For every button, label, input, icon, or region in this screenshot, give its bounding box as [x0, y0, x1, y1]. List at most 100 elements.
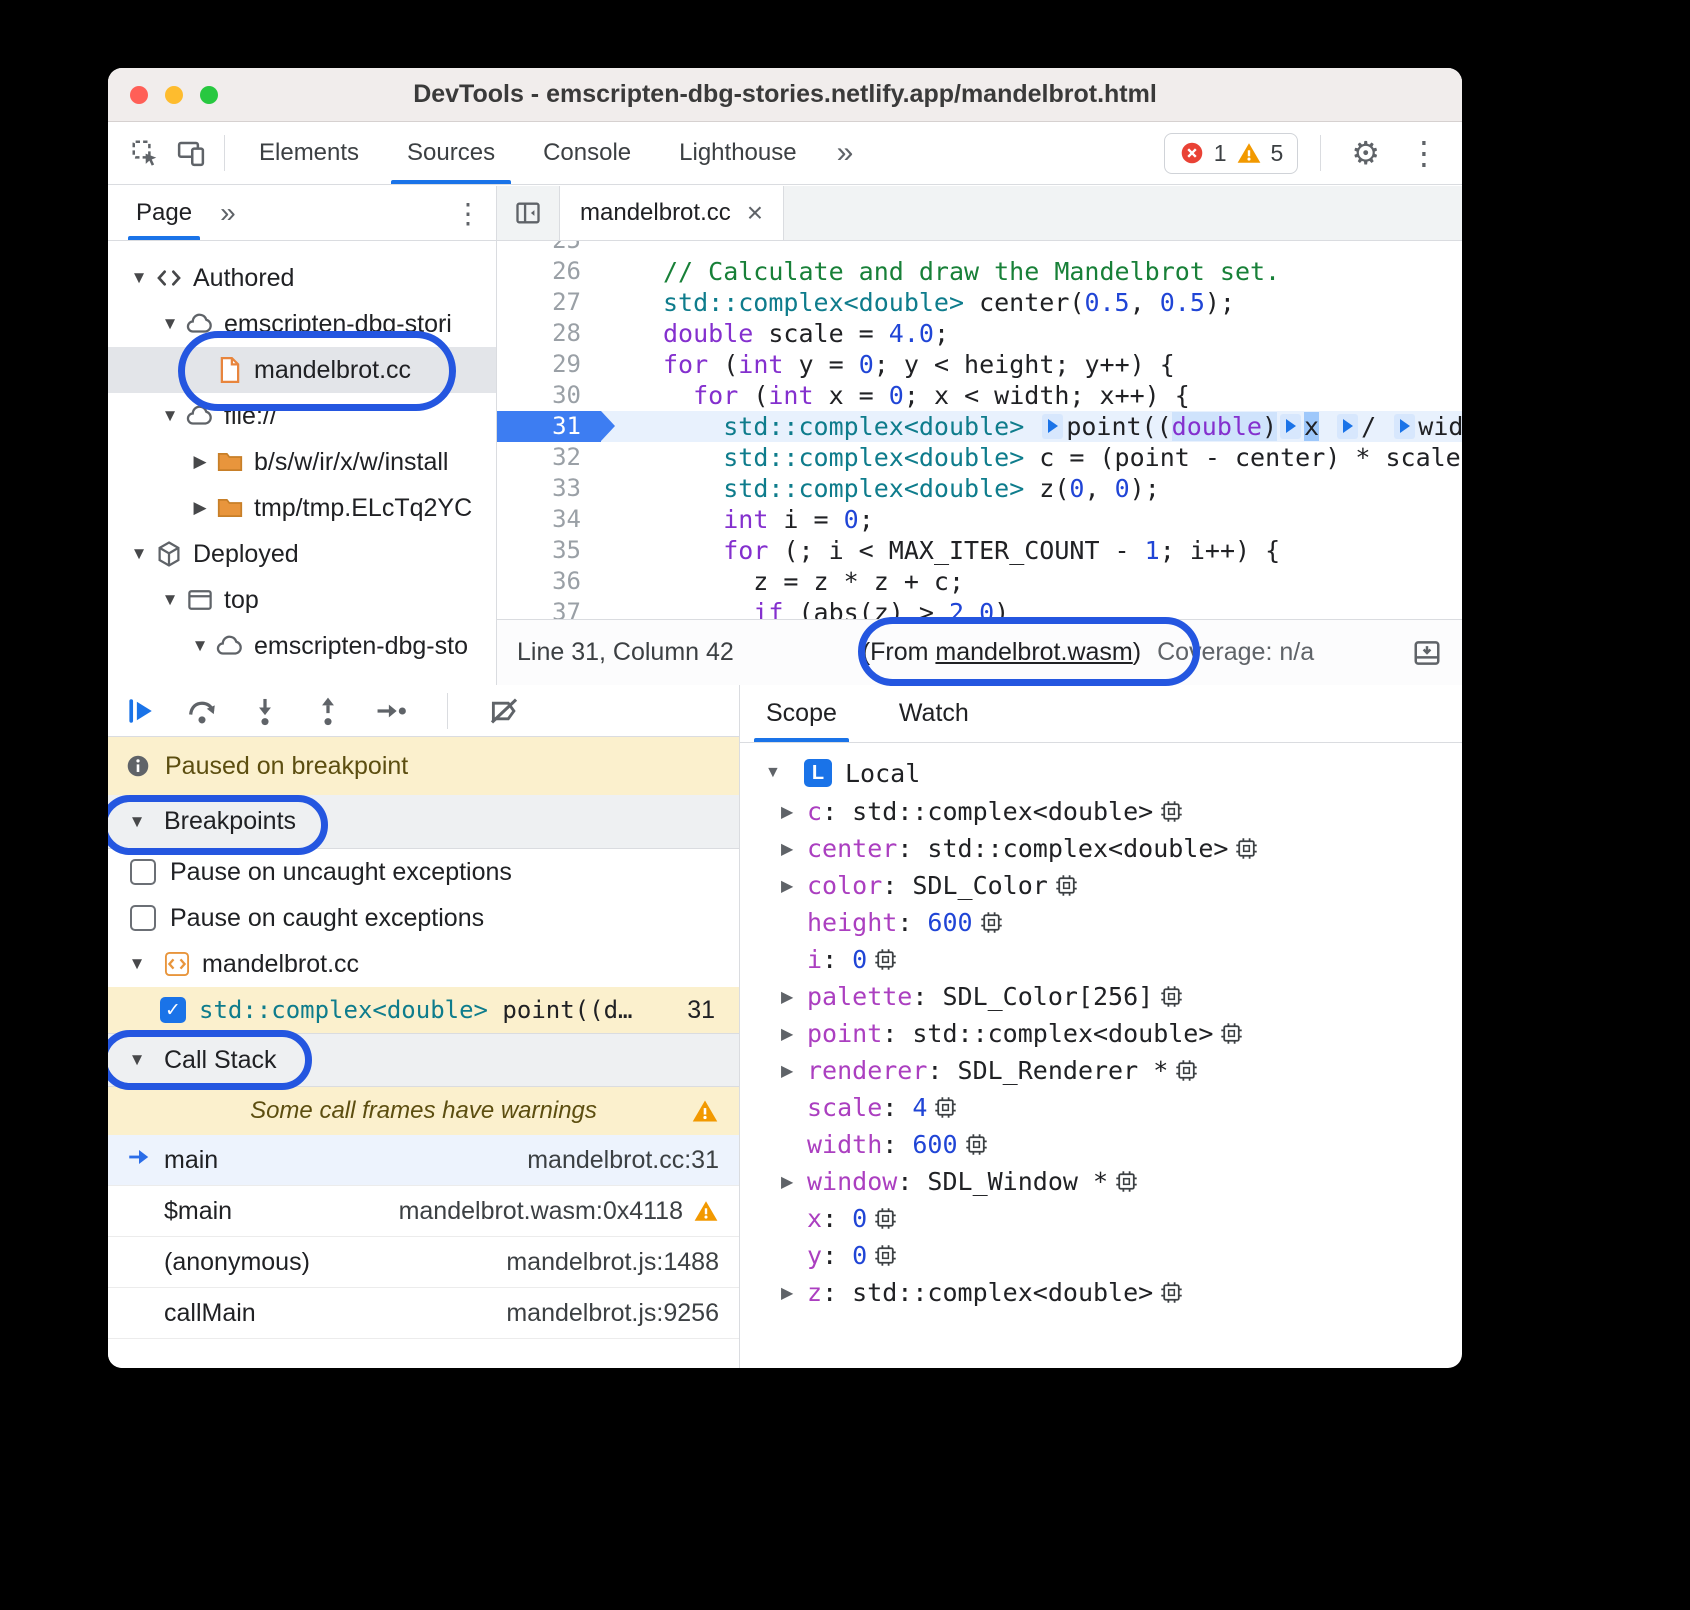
chevron-down-icon[interactable]: ▼ — [124, 268, 154, 288]
line-number[interactable]: 36 — [497, 566, 601, 597]
scope-variable-z[interactable]: ▶z: std::complex<double> — [740, 1274, 1462, 1311]
scope-local-row[interactable]: ▼ L Local — [740, 753, 1462, 793]
chevron-right-icon[interactable]: ▶ — [781, 1024, 807, 1044]
scope-variable-point[interactable]: ▶point: std::complex<double> — [740, 1015, 1462, 1052]
scope-variable-width[interactable]: width: 600 — [740, 1126, 1462, 1163]
memory-inspector-icon[interactable] — [979, 910, 1004, 935]
scope-variable-y[interactable]: y: 0 — [740, 1237, 1462, 1274]
chevron-right-icon[interactable]: ▶ — [185, 452, 215, 472]
chevron-right-icon[interactable]: ▶ — [781, 876, 807, 896]
tab-console[interactable]: Console — [519, 122, 655, 184]
memory-inspector-icon[interactable] — [933, 1095, 958, 1120]
tree-item-b-s-w-ir-x-w-install[interactable]: ▶b/s/w/ir/x/w/install — [108, 439, 496, 485]
line-number[interactable]: 29 — [497, 349, 601, 380]
tree-item-emscripten-dbg-stori[interactable]: ▼emscripten-dbg-stori — [108, 301, 496, 347]
tree-item-tmp-tmp.elctq2yc[interactable]: ▶tmp/tmp.ELcTq2YC — [108, 485, 496, 531]
tab-watch[interactable]: Watch — [887, 685, 981, 742]
chevron-right-icon[interactable]: ▶ — [185, 498, 215, 518]
chevron-down-icon[interactable]: ▼ — [122, 954, 152, 974]
inline-eval-widget-icon[interactable] — [1042, 414, 1063, 439]
callstack-section-header[interactable]: ▼ Call Stack — [108, 1033, 739, 1087]
scope-variable-renderer[interactable]: ▶renderer: SDL_Renderer * — [740, 1052, 1462, 1089]
memory-inspector-icon[interactable] — [1159, 1280, 1184, 1305]
callstack-frame-callmain[interactable]: callMainmandelbrot.js:9256 — [108, 1288, 739, 1339]
chevron-down-icon[interactable]: ▼ — [122, 1050, 152, 1070]
chevron-down-icon[interactable]: ▼ — [155, 590, 185, 610]
chevron-right-icon[interactable]: ▶ — [781, 1172, 807, 1192]
memory-inspector-icon[interactable] — [1174, 1058, 1199, 1083]
line-number[interactable]: 37 — [497, 597, 601, 619]
tree-item-deployed[interactable]: ▼Deployed — [108, 531, 496, 577]
scope-variable-scale[interactable]: scale: 4 — [740, 1089, 1462, 1126]
callstack-frame-$main[interactable]: $mainmandelbrot.wasm:0x4118 — [108, 1186, 739, 1237]
breakpoint-entry[interactable]: ✓ std::complex<double> point((d… 31 — [108, 987, 739, 1033]
pause-uncaught-checkbox[interactable] — [130, 859, 156, 885]
memory-inspector-icon[interactable] — [1054, 873, 1079, 898]
scope-variable-palette[interactable]: ▶palette: SDL_Color[256] — [740, 978, 1462, 1015]
line-number[interactable]: 27 — [497, 287, 601, 318]
chevron-down-icon[interactable]: ▼ — [122, 812, 152, 832]
line-number[interactable]: 28 — [497, 318, 601, 349]
scope-variable-center[interactable]: ▶center: std::complex<double> — [740, 830, 1462, 867]
chevron-down-icon[interactable]: ▼ — [765, 764, 791, 782]
callstack-frame-main[interactable]: mainmandelbrot.cc:31 — [108, 1135, 739, 1186]
tab-sources[interactable]: Sources — [383, 122, 519, 184]
device-toolbar-button[interactable] — [168, 130, 214, 176]
tree-item-mandelbrot.cc[interactable]: mandelbrot.cc — [108, 347, 496, 393]
scope-variable-i[interactable]: i: 0 — [740, 941, 1462, 978]
line-number[interactable]: 26 — [497, 256, 601, 287]
wasm-link[interactable]: mandelbrot.wasm — [935, 638, 1132, 666]
tab-page[interactable]: Page — [128, 186, 200, 240]
more-panels-button[interactable]: » — [821, 122, 870, 184]
memory-inspector-icon[interactable] — [873, 947, 898, 972]
line-number[interactable]: 35 — [497, 535, 601, 566]
line-number[interactable]: 32 — [497, 442, 601, 473]
memory-inspector-icon[interactable] — [1114, 1169, 1139, 1194]
inline-eval-widget-icon[interactable] — [1337, 414, 1358, 439]
step-out-button[interactable] — [311, 694, 345, 728]
scope-variable-height[interactable]: height: 600 — [740, 904, 1462, 941]
tree-item-top[interactable]: ▼top — [108, 577, 496, 623]
close-icon[interactable]: × — [747, 197, 763, 229]
deactivate-breakpoints-button[interactable] — [487, 694, 521, 728]
drawer-icon[interactable] — [1412, 638, 1442, 668]
chevron-down-icon[interactable]: ▼ — [124, 544, 154, 564]
memory-inspector-icon[interactable] — [964, 1132, 989, 1157]
tab-elements[interactable]: Elements — [235, 122, 383, 184]
line-number[interactable]: 30 — [497, 380, 601, 411]
tab-lighthouse[interactable]: Lighthouse — [655, 122, 820, 184]
scope-variable-window[interactable]: ▶window: SDL_Window * — [740, 1163, 1462, 1200]
breakpoint-checkbox[interactable]: ✓ — [160, 997, 186, 1023]
breakpoint-file-group[interactable]: ▼ mandelbrot.cc — [108, 941, 739, 987]
line-number[interactable]: 33 — [497, 473, 601, 504]
chevron-down-icon[interactable]: ▼ — [155, 406, 185, 426]
step-over-button[interactable] — [185, 694, 219, 728]
scope-variable-c[interactable]: ▶c: std::complex<double> — [740, 793, 1462, 830]
tab-scope[interactable]: Scope — [754, 685, 849, 742]
line-number[interactable]: 25 — [497, 241, 601, 256]
toggle-navigator-button[interactable] — [497, 186, 559, 240]
resume-button[interactable] — [122, 694, 156, 728]
memory-inspector-icon[interactable] — [1159, 799, 1184, 824]
memory-inspector-icon[interactable] — [1234, 836, 1259, 861]
inline-eval-widget-icon[interactable] — [1394, 414, 1415, 439]
chevron-right-icon[interactable]: ▶ — [781, 987, 807, 1007]
file-tab-mandelbrot[interactable]: mandelbrot.cc × — [559, 186, 784, 240]
memory-inspector-icon[interactable] — [873, 1206, 898, 1231]
execution-line-number[interactable]: 31 — [497, 411, 601, 442]
chevron-down-icon[interactable]: ▼ — [155, 314, 185, 334]
more-navigator-tabs-button[interactable]: » — [220, 197, 236, 229]
navigator-menu-button[interactable]: ⋮ — [454, 197, 482, 230]
tree-item-emscripten-dbg-sto[interactable]: ▼emscripten-dbg-sto — [108, 623, 496, 669]
code-editor[interactable]: 2526// Calculate and draw the Mandelbrot… — [497, 241, 1462, 619]
inline-eval-widget-icon[interactable] — [1280, 414, 1301, 439]
step-button[interactable] — [374, 694, 408, 728]
tree-item-authored[interactable]: ▼Authored — [108, 255, 496, 301]
memory-inspector-icon[interactable] — [1219, 1021, 1244, 1046]
chevron-right-icon[interactable]: ▶ — [781, 1283, 807, 1303]
chevron-right-icon[interactable]: ▶ — [781, 802, 807, 822]
chevron-down-icon[interactable]: ▼ — [185, 636, 215, 656]
issues-button[interactable]: 1 5 — [1164, 133, 1299, 174]
scope-variable-color[interactable]: ▶color: SDL_Color — [740, 867, 1462, 904]
memory-inspector-icon[interactable] — [873, 1243, 898, 1268]
